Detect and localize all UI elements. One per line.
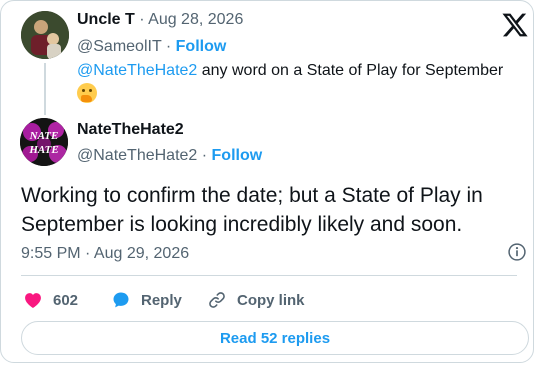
avatar-text-nate: NATE [29, 130, 59, 142]
thread-connector-line [44, 63, 46, 115]
like-count: 602 [53, 291, 79, 309]
reply-follow-button[interactable]: Follow [176, 38, 227, 55]
avatar-uncle-t[interactable] [21, 11, 69, 59]
copy-link-label: Copy link [237, 291, 305, 309]
reply-body: any word on a State of Play for Septembe… [197, 62, 504, 79]
tweet-handle[interactable]: @NateTheHate2 [77, 147, 197, 164]
tweet-follow-button[interactable]: Follow [212, 147, 263, 164]
reply-author-line: Uncle T · Aug 28, 2026 [77, 11, 243, 29]
reply-mention-link[interactable]: @NateTheHate2 [77, 62, 197, 79]
read-replies-button[interactable]: Read 52 replies [21, 321, 529, 355]
tweet-timestamp[interactable]: 9:55 PM · Aug 29, 2026 [21, 245, 189, 263]
heart-icon [25, 293, 41, 308]
divider [21, 275, 517, 276]
tweet-text: Working to confirm the date; but a State… [21, 184, 483, 236]
like-button[interactable]: 602 [23, 289, 78, 311]
reply-date[interactable]: Aug 28, 2026 [148, 11, 243, 28]
avatar-text-hate: HATE [28, 144, 58, 156]
reply-button[interactable]: Reply [111, 289, 182, 311]
copy-link-button[interactable]: Copy link [207, 289, 305, 311]
x-logo-icon[interactable] [501, 11, 529, 39]
info-icon[interactable] [507, 242, 527, 262]
tweet-embed-card: Uncle T · Aug 28, 2026 @SameolIT · Follo… [0, 0, 534, 363]
reply-display-name[interactable]: Uncle T [77, 11, 135, 28]
reply-text: @NateTheHate2 any word on a State of Pla… [77, 60, 517, 104]
reply-handle-line: @SameolIT · Follow [77, 38, 226, 56]
speech-bubble-icon [113, 292, 129, 308]
follow-separator: · [197, 147, 212, 164]
follow-separator: · [161, 38, 176, 55]
tweet-handle-line: @NateTheHate2 · Follow [77, 147, 262, 165]
link-icon [209, 292, 225, 308]
avatar-natethehate2[interactable]: NATE HATE [20, 118, 68, 166]
reply-label: Reply [141, 291, 182, 309]
date-separator: · [134, 11, 149, 28]
reply-handle[interactable]: @SameolIT [77, 38, 161, 55]
tweet-display-name[interactable]: NateTheHate2 [77, 121, 184, 139]
thinking-face-icon [77, 82, 97, 103]
